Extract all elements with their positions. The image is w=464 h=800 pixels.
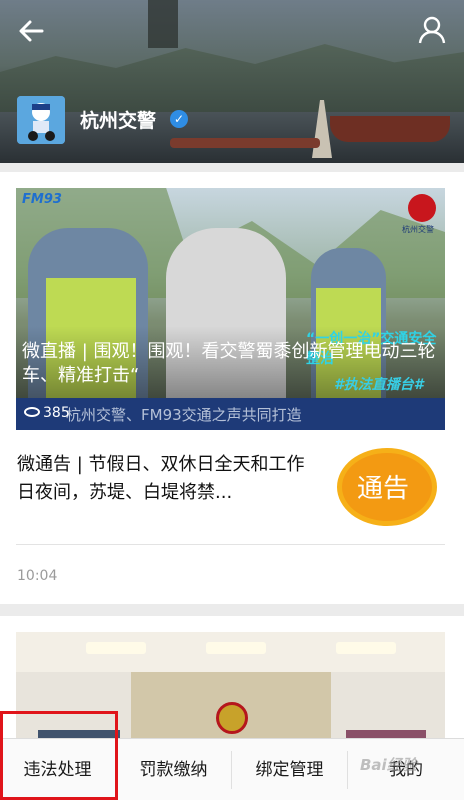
divider	[16, 544, 445, 545]
eye-icon	[24, 407, 40, 417]
ceiling-light	[336, 642, 396, 654]
verified-badge-icon: ✓	[170, 110, 188, 128]
fm93-logo: FM93	[22, 192, 62, 207]
user-icon	[418, 16, 446, 44]
article-title[interactable]: 微通告 | 节假日、双休日全天和工作日夜间，苏堤、白堤将禁...	[17, 451, 317, 507]
header-background-pagoda	[148, 0, 178, 48]
header-background-boat-small	[170, 138, 320, 148]
header-background-hills	[0, 44, 464, 120]
police-mascot-icon	[17, 96, 65, 144]
notice-bubble-label: 通告	[357, 474, 410, 504]
arrow-left-icon	[19, 20, 44, 42]
account-header: 杭州交警 ✓	[0, 0, 464, 163]
menu-binding-management[interactable]: 绑定管理	[232, 739, 347, 800]
watermark: Bai经验	[360, 756, 417, 774]
article-headline[interactable]: 微直播 | 围观！围观！看交警蜀黍创新管理电动三轮车、精准打击“	[22, 340, 442, 388]
ceiling-light	[86, 642, 146, 654]
account-avatar[interactable]	[17, 96, 65, 144]
menu-violation-handling[interactable]: 违法处理	[0, 739, 115, 800]
view-count: 385	[24, 405, 70, 421]
article-hero-image[interactable]: FM93 杭州交警 “一创一治”交通安全整治 #执法直播台# 微直播 | 围观！…	[16, 188, 445, 430]
message-time: 10:04	[17, 568, 58, 584]
menu-fine-payment[interactable]: 罚款缴纳	[116, 739, 231, 800]
header-background-boat	[330, 116, 450, 142]
national-emblem-icon	[216, 702, 248, 734]
account-name: 杭州交警	[80, 110, 157, 132]
back-button[interactable]	[16, 16, 46, 46]
view-count-value: 385	[43, 405, 70, 421]
police-emblem-label: 杭州交警	[402, 225, 434, 234]
hero-banner-text: 杭州交警、FM93交通之声共同打造	[66, 406, 302, 424]
ceiling-light	[206, 642, 266, 654]
article-card: FM93 杭州交警 “一创一治”交通安全整治 #执法直播台# 微直播 | 围观！…	[0, 172, 464, 604]
police-emblem-icon	[408, 194, 436, 222]
profile-button[interactable]	[416, 14, 448, 46]
